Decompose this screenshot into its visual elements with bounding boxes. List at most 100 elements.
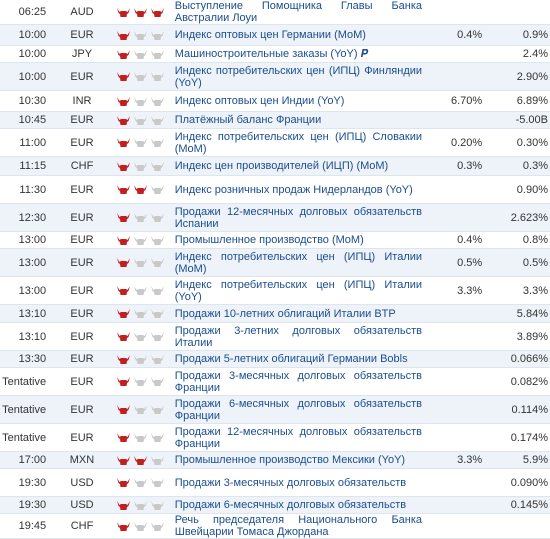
- event-link[interactable]: Продажи 6-месячных долговых обязательств: [175, 499, 406, 511]
- currency-code: USD: [48, 496, 116, 514]
- currency-code: EUR: [48, 350, 116, 368]
- event-time: 10:00: [0, 62, 49, 91]
- bull-icon: [150, 72, 164, 82]
- previous-value: 0.90%: [516, 183, 548, 196]
- importance-rating: [115, 156, 173, 176]
- bull-icon: [116, 286, 130, 296]
- event-time: 13:00: [0, 248, 49, 277]
- event-link[interactable]: Индекс розничных продаж Нидерландов (YoY…: [175, 184, 413, 196]
- bull-icon: [150, 7, 164, 17]
- previous-value: [482, 514, 550, 539]
- event-link[interactable]: Продажи 3-месячных долговых обязательств…: [175, 370, 422, 394]
- previous-value: [482, 0, 550, 25]
- event-link[interactable]: Индекс потребительских цен (ИПЦ) Италии …: [175, 251, 422, 275]
- forecast-value: [427, 469, 482, 497]
- previous-value: -5.00B: [482, 111, 550, 129]
- event-link[interactable]: Промышленное производство (MoM): [175, 234, 364, 246]
- event-link[interactable]: Продажи 10-летних облигаций Италии BTP: [175, 308, 396, 320]
- currency-code: EUR: [48, 111, 116, 129]
- bull-icon: [133, 30, 147, 40]
- event-link[interactable]: Продажи 6-месячных долговых обязательств…: [175, 398, 422, 422]
- bull-icon: [150, 309, 164, 319]
- event-time: 12:30: [0, 203, 49, 232]
- importance-rating: [116, 323, 173, 351]
- event-cell: Продажи 3-месячных долговых обязательств…: [173, 368, 422, 396]
- currency-code: CHF: [48, 156, 116, 176]
- currency-code: EUR: [48, 395, 116, 424]
- previous-value: 5.9%: [482, 451, 550, 469]
- forecast-value: [427, 395, 483, 424]
- forecast-value: 0.4%: [457, 234, 483, 246]
- event-cell: Продажи 3-летних долговых обязательств И…: [173, 323, 422, 351]
- event-cell: Продажи 10-летних облигаций Италии BTP: [172, 304, 423, 323]
- importance-rating: [116, 232, 173, 249]
- event-cell: Выступление Помощника Главы Банка Австра…: [173, 0, 422, 25]
- event-time: 06:25: [18, 6, 47, 18]
- previous-value: 0.3%: [482, 156, 550, 176]
- bull-icon: [133, 138, 147, 148]
- bull-icon: [116, 161, 130, 171]
- importance-rating: [115, 203, 173, 232]
- table-row: 13:00 EUR Индекс потребительских цен (ИПЦ)…: [0, 277, 550, 305]
- bull-icon: [133, 521, 147, 531]
- forecast-value: [427, 62, 483, 91]
- event-link[interactable]: Выступление Помощника Главы Банка Австра…: [175, 0, 422, 24]
- previous-value: 5.84%: [482, 304, 550, 323]
- forecast-value: [427, 203, 483, 232]
- bull-icon: [150, 96, 164, 106]
- currency-code: EUR: [70, 375, 94, 388]
- importance-rating: [116, 91, 173, 112]
- bull-icon: [116, 138, 130, 148]
- event-link[interactable]: Индекс оптовых цен Германии (MoM): [175, 29, 366, 41]
- currency-code: EUR: [70, 431, 94, 444]
- event-link[interactable]: Индекс потребительских цен (ИПЦ) Финлянд…: [175, 65, 422, 89]
- event-link[interactable]: Продажи 3-месячных долговых обязательств: [175, 477, 406, 489]
- event-link[interactable]: Продажи 12-месячных долговых обязательст…: [175, 426, 422, 450]
- importance-rating: [116, 514, 173, 539]
- bull-icon: [133, 96, 147, 106]
- currency-code: USD: [70, 476, 94, 489]
- event-time: Tentative: [2, 375, 47, 388]
- importance-rating: [116, 368, 173, 396]
- previous-value: 0.8%: [522, 234, 548, 246]
- bull-icon: [133, 405, 147, 415]
- event-cell: Продажи 6-месячных долговых обязательств: [172, 496, 423, 514]
- previous-value: 0.066%: [482, 350, 550, 368]
- currency-code: EUR: [48, 248, 116, 277]
- table-row: 19:30 USD Продажи 3-месячных долговых обяз…: [0, 469, 550, 497]
- bull-icon: [150, 377, 164, 387]
- event-time: 11:30: [19, 183, 47, 196]
- bull-icon: [116, 500, 130, 510]
- previous-value: 3.3%: [522, 284, 548, 297]
- event-link[interactable]: Продажи 3-летних долговых обязательств И…: [175, 325, 422, 349]
- event-link[interactable]: Индекс цен производителей (ИЦП) (MoM): [175, 160, 388, 172]
- event-link[interactable]: Индекс потребительских цен (ИПЦ) Италии …: [175, 279, 422, 303]
- bull-icon: [116, 521, 130, 531]
- bull-icon: [116, 30, 130, 40]
- event-link[interactable]: Машиностроительные заказы (YoY) 𝑷: [175, 48, 368, 60]
- bull-icon: [133, 478, 147, 488]
- event-link[interactable]: Продажи 12-месячных долговых обязательст…: [175, 206, 422, 230]
- bull-icon: [133, 433, 147, 443]
- importance-rating: [116, 424, 173, 452]
- previous-value: 0.114%: [482, 395, 550, 424]
- bull-icon: [116, 96, 130, 106]
- event-link[interactable]: Индекс оптовых цен Индии (YoY): [175, 95, 345, 107]
- event-link[interactable]: Речь председателя Национального Банка Шв…: [175, 514, 422, 538]
- event-link[interactable]: Индекс потребительских цен (ИПЦ) Словаки…: [175, 131, 422, 155]
- bull-icon: [116, 309, 130, 319]
- economic-calendar-table: 06:25 AUD Выступление Помощника Главы Банк…: [0, 0, 550, 539]
- table-row: 10:00 JPY Машиностроительные заказы (YoY) …: [0, 46, 550, 63]
- forecast-value: [427, 304, 483, 323]
- bull-icon: [116, 354, 130, 364]
- bull-icon: [150, 286, 164, 296]
- event-time: 10:00: [18, 48, 47, 60]
- importance-rating: [115, 350, 173, 368]
- event-link[interactable]: Продажи 5-летних облигаций Германии Bobl…: [175, 353, 408, 365]
- event-link[interactable]: Промышленное производство Мексики (YoY): [175, 454, 405, 466]
- event-cell: Промышленное производство (MoM): [173, 232, 422, 249]
- event-link[interactable]: Платёжный баланс Франции: [175, 114, 322, 126]
- importance-rating: [116, 46, 173, 63]
- forecast-value: [427, 424, 482, 452]
- forecast-value: 6.70%: [450, 95, 483, 107]
